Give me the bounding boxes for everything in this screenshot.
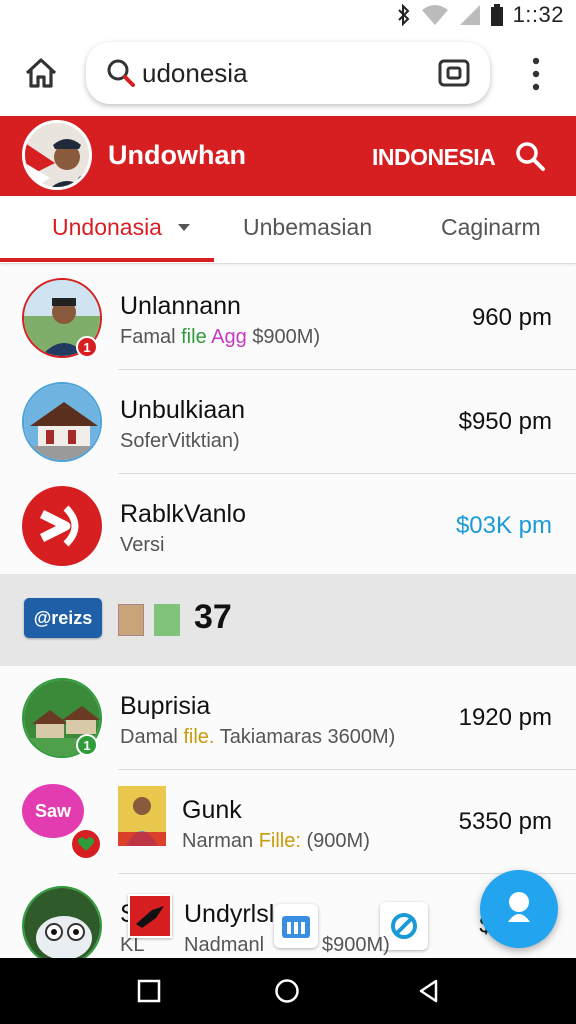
camera-icon[interactable]	[438, 58, 470, 88]
list-item-title: Undyrlsl	[184, 900, 275, 928]
promo-banner[interactable]: @reizs 37	[0, 574, 576, 666]
list-item-title: Unbulkiaan	[120, 396, 246, 424]
thumbnail-image	[118, 604, 144, 636]
browser-toolbar: udonesia	[0, 30, 576, 116]
app-title: Undowhan	[108, 140, 246, 170]
battery-icon	[490, 4, 503, 26]
search-icon	[107, 59, 135, 87]
home-icon[interactable]	[22, 54, 60, 92]
search-icon[interactable]	[514, 140, 546, 172]
tab-unbemasian[interactable]: Unbemasian	[243, 214, 372, 241]
brand-logo: @reizs	[24, 598, 102, 638]
back-icon[interactable]	[416, 978, 442, 1004]
app-icon-blue[interactable]	[274, 904, 318, 948]
list-item-subtitle: Versi	[120, 534, 165, 556]
bubble-label: Saw	[34, 800, 72, 821]
status-time: 1::32	[512, 2, 564, 27]
heart-badge-icon	[70, 828, 102, 860]
list-item[interactable]: Unbulkiaan SoferVitktian) $950 pm	[0, 370, 576, 474]
notification-badge: 1	[76, 336, 98, 358]
list-item-price: $03K pm	[455, 512, 552, 539]
person-icon	[508, 892, 530, 922]
list-item-title: Buprisia	[120, 692, 211, 720]
list-item-title: Unlannann	[120, 292, 241, 320]
tab-undonasia[interactable]: Undonasia	[52, 214, 162, 241]
list-item[interactable]: Saw Gunk Narman Fille: (900M) 5350 pm	[0, 770, 576, 874]
status-bar: 1::32	[0, 0, 576, 30]
profile-avatar[interactable]	[22, 120, 92, 190]
system-nav-bar	[0, 958, 576, 1024]
signal-icon	[459, 5, 480, 25]
overflow-menu-icon[interactable]	[526, 56, 546, 92]
listing-list: 1 Unlannann Famal file Agg $900M) 960 pm…	[0, 266, 576, 958]
list-item[interactable]: RablkVanlo Versi $03K pm	[0, 474, 576, 578]
list-item-subtitle: Narman Fille: (900M)	[182, 830, 370, 852]
list-item-subtitle: Damal file. Takiamaras 3600M)	[120, 726, 396, 748]
list-item-price: 1920 pm	[458, 704, 552, 731]
list-item-title: RablkVanlo	[120, 500, 247, 528]
list-item-subtitle: Nadmanl	[184, 934, 265, 956]
recents-icon[interactable]	[136, 978, 162, 1004]
bluetooth-icon	[397, 4, 409, 26]
list-item-subtitle: Famal file Agg $900M)	[120, 326, 321, 348]
list-item-subtitle: $900M)	[322, 934, 390, 956]
active-tab-indicator	[0, 258, 214, 262]
notification-badge: 1	[76, 734, 98, 756]
chevron-down-icon[interactable]	[178, 224, 190, 231]
list-item-price: 960 pm	[471, 304, 552, 331]
product-thumbnail	[118, 786, 166, 846]
list-item-price: $950 pm	[458, 408, 552, 435]
avatar	[22, 382, 102, 462]
contact-fab-button[interactable]	[480, 870, 558, 948]
list-item[interactable]: 1 Buprisia Damal file. Takiamaras 3600M)…	[0, 666, 576, 770]
list-item-title: Gunk	[182, 796, 242, 824]
list-item[interactable]: 1 Unlannann Famal file Agg $900M) 960 pm	[0, 266, 576, 370]
tab-bar: Undonasia Unbemasian Caginarm	[0, 196, 576, 264]
tab-caginarm[interactable]: Caginarm	[441, 214, 541, 241]
thumbnail-image	[154, 604, 180, 636]
chat-bubble-icon: Saw	[22, 784, 84, 838]
country-label[interactable]: INDONESIA	[372, 144, 496, 171]
app-icon-red[interactable]	[128, 894, 172, 938]
url-search-field[interactable]: udonesia	[86, 42, 490, 104]
url-text: udonesia	[142, 58, 248, 88]
avatar	[22, 886, 102, 958]
wifi-icon	[421, 5, 448, 25]
banner-count: 37	[194, 598, 232, 636]
avatar	[22, 486, 102, 566]
list-item-subtitle: SoferVitktian)	[120, 430, 240, 452]
list-item-price: 5350 pm	[458, 808, 552, 835]
app-header: Undowhan INDONESIA	[0, 116, 576, 196]
home-circle-icon[interactable]	[274, 978, 300, 1004]
